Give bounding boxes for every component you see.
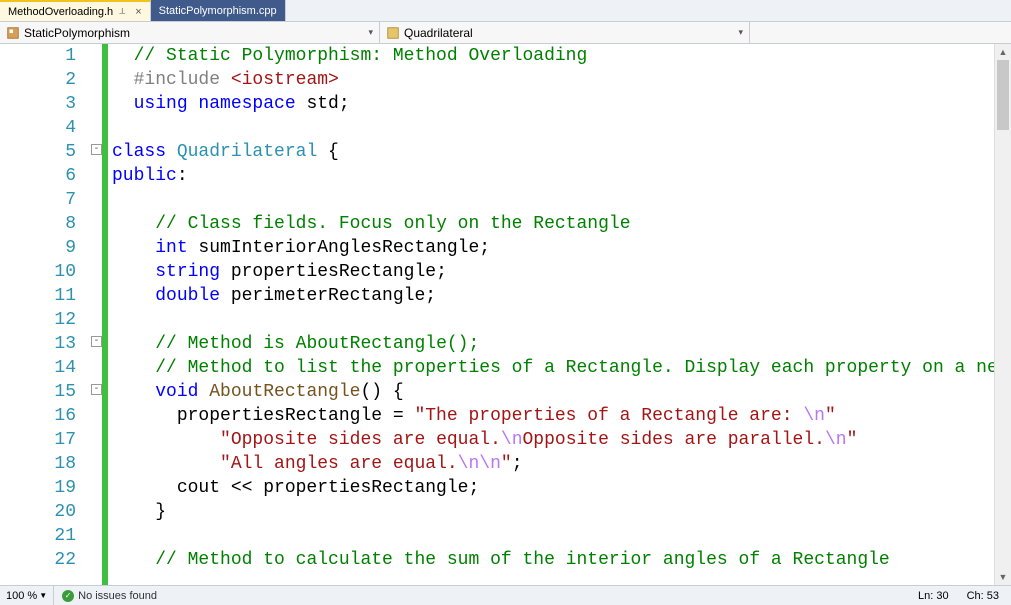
code-area[interactable]: // Static Polymorphism: Method Overloadi…: [112, 44, 1011, 585]
fold-toggle[interactable]: -: [91, 384, 102, 395]
pin-icon[interactable]: ⟂: [119, 6, 125, 17]
member-dropdown[interactable]: Quadrilateral ▾: [380, 22, 750, 43]
issues-text: No issues found: [78, 590, 157, 602]
line-number-gutter: 12345678910111213141516171819202122: [0, 44, 94, 585]
member-label: Quadrilateral: [404, 26, 473, 40]
cursor-position: Ln: 30 Ch: 53: [906, 590, 1011, 602]
scroll-down-icon[interactable]: ▼: [995, 569, 1011, 585]
tab-active[interactable]: MethodOverloading.h ⟂ ×: [0, 0, 151, 21]
struct-icon: [386, 26, 400, 40]
tab-inactive[interactable]: StaticPolymorphism.cpp: [151, 0, 286, 21]
check-icon: ✓: [62, 590, 74, 602]
close-icon[interactable]: ×: [135, 6, 141, 18]
editor-tab-bar: MethodOverloading.h ⟂ × StaticPolymorphi…: [0, 0, 1011, 22]
code-editor[interactable]: 12345678910111213141516171819202122 - - …: [0, 44, 1011, 585]
chevron-down-icon: ▼: [39, 591, 47, 600]
fold-toggle[interactable]: -: [91, 144, 102, 155]
chevron-down-icon: ▾: [738, 27, 743, 38]
change-indicator: [102, 44, 108, 585]
tab-label: MethodOverloading.h: [8, 6, 113, 18]
navigation-bar: StaticPolymorphism ▾ Quadrilateral ▾: [0, 22, 1011, 44]
change-margin: - - -: [94, 44, 112, 585]
scroll-up-icon[interactable]: ▲: [995, 44, 1011, 60]
tab-label: StaticPolymorphism.cpp: [159, 5, 277, 17]
nav-empty: [750, 22, 1011, 43]
vertical-scrollbar[interactable]: ▲ ▼: [994, 44, 1011, 585]
column-indicator: Ch: 53: [967, 590, 999, 602]
status-bar: 100 % ▼ ✓ No issues found Ln: 30 Ch: 53: [0, 585, 1011, 605]
issues-indicator[interactable]: ✓ No issues found: [54, 590, 165, 602]
chevron-down-icon: ▾: [368, 27, 373, 38]
fold-toggle[interactable]: -: [91, 336, 102, 347]
line-indicator: Ln: 30: [918, 590, 949, 602]
zoom-value: 100 %: [6, 590, 37, 602]
class-icon: [6, 26, 20, 40]
scroll-thumb[interactable]: [997, 60, 1009, 130]
scope-dropdown[interactable]: StaticPolymorphism ▾: [0, 22, 380, 43]
zoom-level[interactable]: 100 % ▼: [0, 586, 54, 605]
scope-label: StaticPolymorphism: [24, 26, 130, 40]
